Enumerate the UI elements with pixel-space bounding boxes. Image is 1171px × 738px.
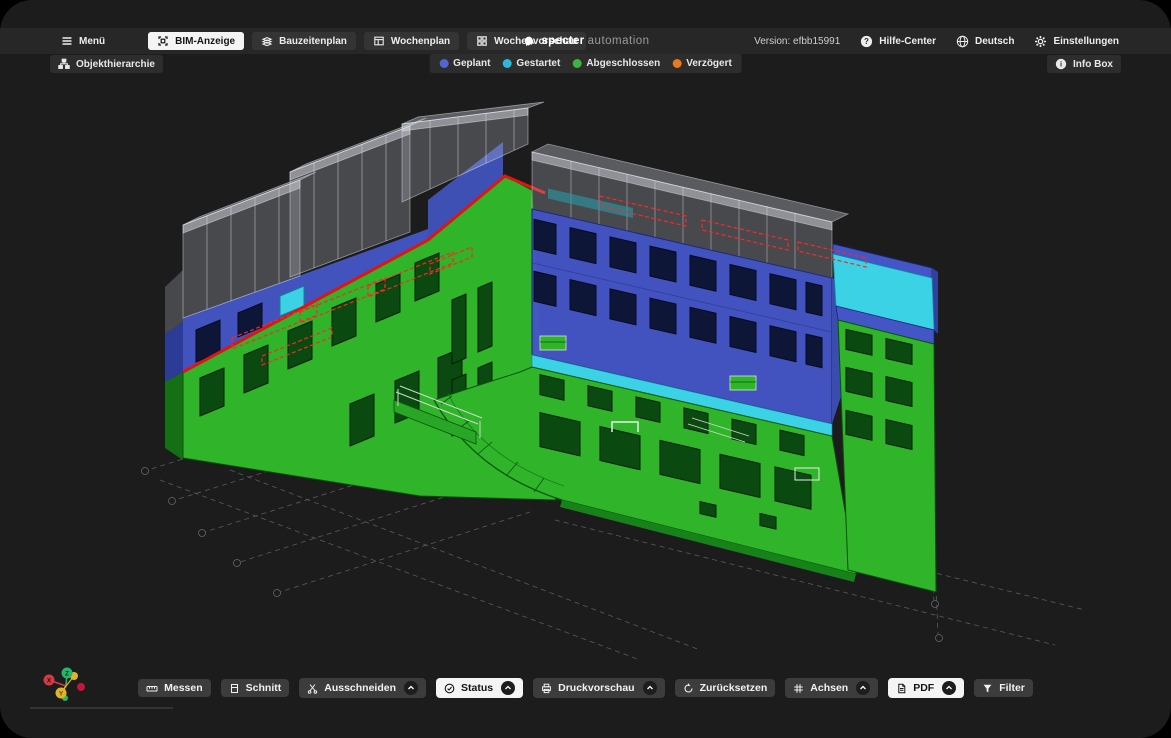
tab-label: BIM-Anzeige [175, 36, 235, 47]
brand-suffix: automation [588, 35, 650, 47]
verzoegert-dot [672, 59, 681, 68]
svg-text:i: i [1060, 60, 1062, 69]
pdf-toggle[interactable] [942, 681, 956, 695]
menu-button[interactable]: Menü [52, 32, 114, 50]
axis-gizmo[interactable]: Z X Y [25, 655, 185, 713]
zuruecksetzen-button[interactable]: Zurücksetzen [675, 679, 776, 697]
chevron-up-icon [504, 684, 512, 692]
section-icon [229, 683, 240, 694]
scissors-icon [307, 683, 318, 694]
help-center-button[interactable]: ? Hilfe-Center [860, 35, 936, 48]
legend-item-geplant: Geplant [439, 58, 490, 69]
language-button[interactable]: Deutsch [956, 35, 1014, 48]
bim-3d-viewport[interactable] [0, 0, 1171, 738]
druckvorschau-button[interactable]: Druckvorschau [533, 678, 664, 698]
chevron-up-icon [646, 684, 654, 692]
legend-item-gestartet: Gestartet [502, 58, 560, 69]
achsen-toggle[interactable] [856, 681, 870, 695]
axis-y-handle[interactable]: Y [56, 688, 67, 699]
chevron-up-icon [407, 684, 415, 692]
gestartet-dot [502, 59, 511, 68]
tab-wochenplan[interactable]: Wochenplan [364, 32, 459, 50]
achsen-button[interactable]: Achsen [785, 678, 878, 698]
grid-icon [476, 35, 488, 47]
brand-logo: specter automation [521, 28, 649, 54]
filter-button[interactable]: Filter [974, 679, 1033, 697]
status-toggle[interactable] [501, 681, 515, 695]
tab-bauzeitenplan[interactable]: Bauzeitenplan [252, 32, 356, 50]
pdf-button[interactable]: PDF [888, 678, 964, 698]
abgeschlossen-dot [572, 59, 581, 68]
version-label: Version: efbb15991 [754, 36, 840, 47]
status-button[interactable]: Status [436, 678, 523, 698]
hierarchy-icon [58, 58, 70, 70]
settings-button[interactable]: Einstellungen [1034, 35, 1119, 48]
schnitt-button[interactable]: Schnitt [221, 679, 290, 697]
tab-label: Wochenplan [391, 36, 450, 47]
legend-item-verzoegert: Verzögert [672, 58, 732, 69]
help-icon: ? [860, 35, 873, 48]
bim-scan-icon [157, 35, 169, 47]
gear-icon [1034, 35, 1047, 48]
layers-icon [261, 35, 273, 47]
axis-negative-dot[interactable] [77, 683, 85, 691]
svg-text:Y: Y [59, 691, 64, 698]
info-box-button[interactable]: i Info Box [1047, 55, 1121, 73]
table-icon [373, 35, 385, 47]
pdf-icon [896, 683, 907, 694]
object-hierarchy-button[interactable]: Objekthierarchie [50, 55, 163, 73]
ausschneiden-toggle[interactable] [404, 681, 418, 695]
top-navigation-bar: Menü BIM-Anzeige Bauzeitenplan Wochenpla… [0, 28, 1171, 54]
info-icon: i [1055, 58, 1067, 70]
geplant-dot [439, 59, 448, 68]
reset-icon [683, 683, 694, 694]
axes-grid-icon [793, 683, 804, 694]
menu-label: Menü [79, 36, 105, 47]
chevron-up-icon [945, 684, 953, 692]
ausschneiden-button[interactable]: Ausschneiden [299, 678, 426, 698]
axis-z-handle[interactable]: Z [62, 668, 73, 679]
hamburger-icon [61, 35, 73, 47]
svg-text:Z: Z [65, 671, 69, 678]
druckvorschau-toggle[interactable] [643, 681, 657, 695]
printer-icon [541, 683, 552, 694]
brand-name: specter [541, 35, 584, 47]
svg-text:?: ? [864, 37, 869, 46]
status-legend: Geplant Gestartet Abgeschlossen Verzöger… [429, 54, 742, 73]
tab-bim-anzeige[interactable]: BIM-Anzeige [148, 32, 244, 50]
specter-ghost-icon [521, 34, 535, 48]
svg-text:X: X [47, 678, 52, 685]
globe-icon [956, 35, 969, 48]
filter-icon [982, 683, 993, 694]
axis-x-handle[interactable]: X [44, 675, 55, 686]
tab-label: Bauzeitenplan [279, 36, 347, 47]
app-frame: Menü BIM-Anzeige Bauzeitenplan Wochenpla… [0, 0, 1171, 738]
status-check-icon [444, 683, 455, 694]
chevron-up-icon [859, 684, 867, 692]
legend-item-abgeschlossen: Abgeschlossen [572, 58, 660, 69]
